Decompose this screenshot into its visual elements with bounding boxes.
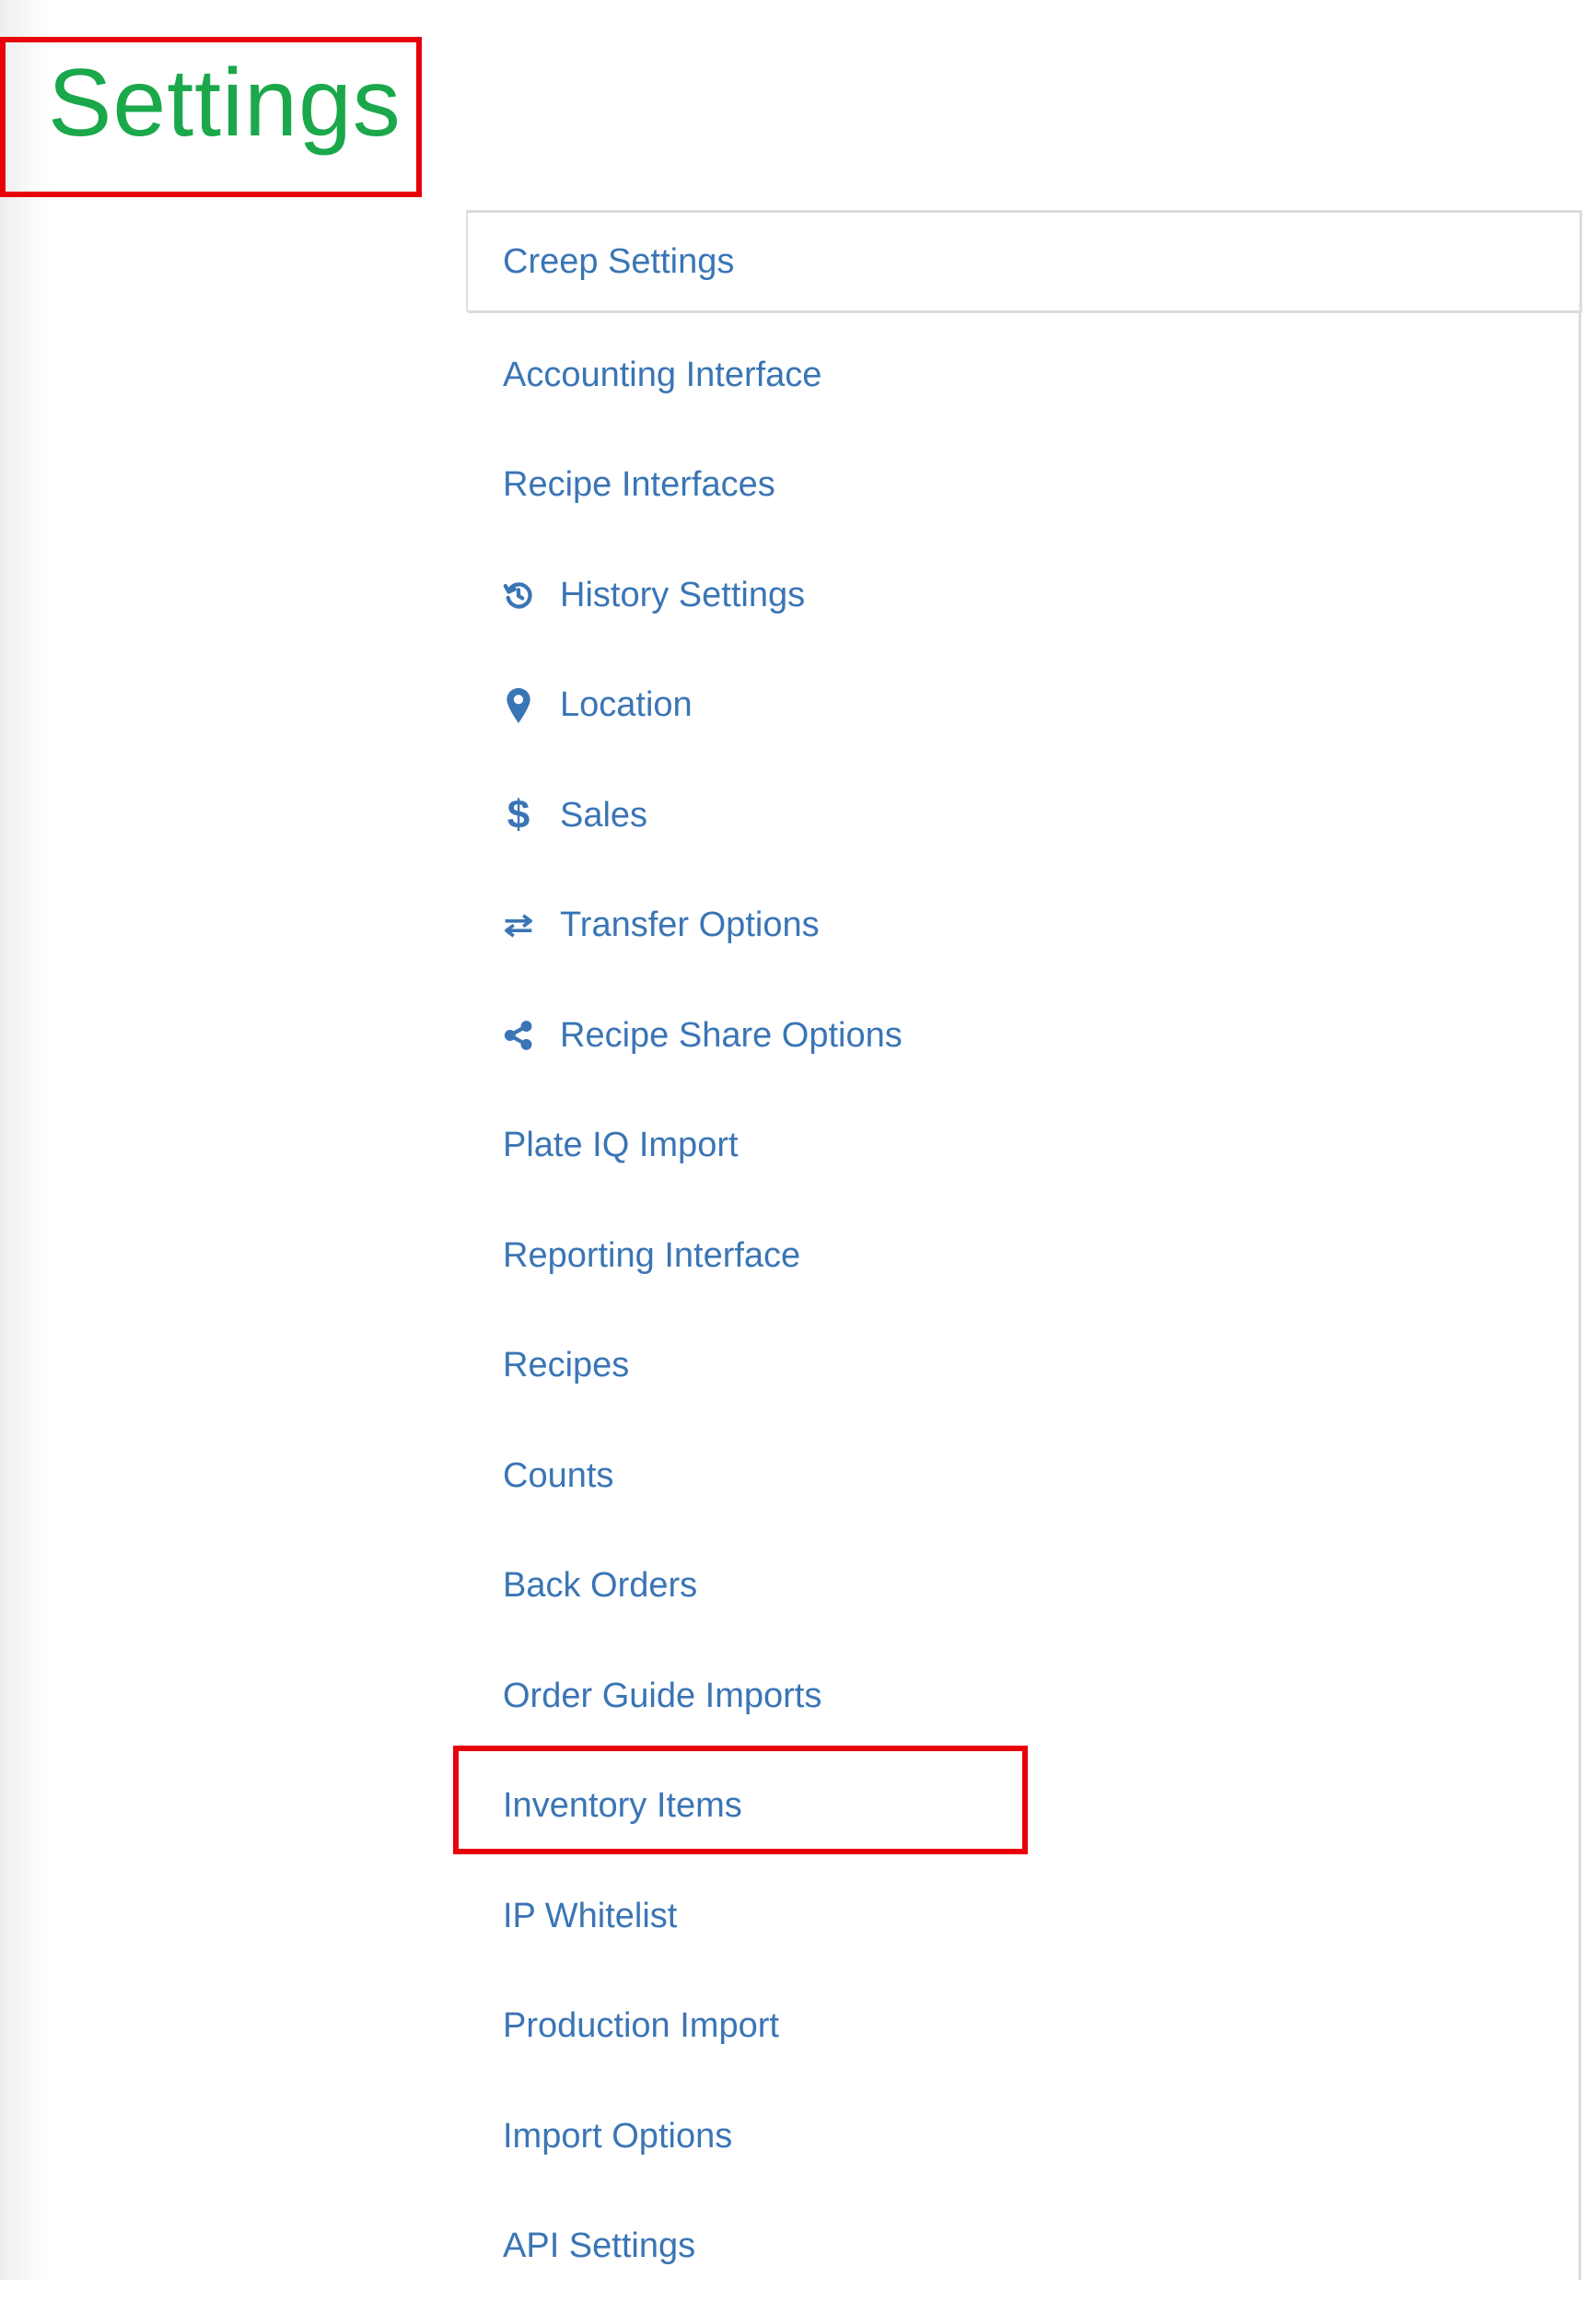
- menu-item-label: History Settings: [560, 575, 806, 614]
- menu-item-plate-iq-import[interactable]: Plate IQ Import: [466, 1091, 1582, 1201]
- menu-item-label: Order Guide Imports: [503, 1676, 822, 1715]
- menu-item-transfer-options[interactable]: Transfer Options: [466, 871, 1582, 981]
- menu-item-label: Recipes: [503, 1346, 630, 1385]
- transfer-arrows-icon: [503, 907, 534, 944]
- map-marker-icon: [503, 687, 534, 724]
- inventory-items-highlight-box: [453, 1746, 1028, 1854]
- menu-item-label: Production Import: [503, 2006, 779, 2046]
- menu-item-label: Back Orders: [503, 1566, 698, 1606]
- menu-item-recipe-share-options[interactable]: Recipe Share Options: [466, 981, 1582, 1092]
- menu-item-api-settings[interactable]: API Settings: [466, 2191, 1582, 2302]
- menu-item-ip-whitelist[interactable]: IP Whitelist: [466, 1862, 1582, 1972]
- menu-item-label: Sales: [560, 795, 648, 835]
- dollar-icon: $: [507, 792, 530, 838]
- menu-item-label: IP Whitelist: [503, 1896, 678, 1935]
- menu-item-back-orders[interactable]: Back Orders: [466, 1531, 1582, 1642]
- menu-item-label: Plate IQ Import: [503, 1126, 739, 1165]
- menu-item-history-settings[interactable]: History Settings: [466, 541, 1582, 651]
- menu-item-location[interactable]: Location: [466, 650, 1582, 761]
- menu-item-label: Counts: [503, 1455, 614, 1495]
- left-edge-shade: [0, 0, 53, 2280]
- menu-item-reporting-interface[interactable]: Reporting Interface: [466, 1201, 1582, 1312]
- title-highlight-box: [0, 37, 422, 197]
- menu-item-order-guide-imports[interactable]: Order Guide Imports: [466, 1642, 1582, 1752]
- menu-item-label: Reporting Interface: [503, 1235, 801, 1275]
- menu-item-production-import[interactable]: Production Import: [466, 1971, 1582, 2082]
- menu-item-creep-settings[interactable]: Creep Settings: [466, 210, 1582, 313]
- settings-menu: Creep Settings Accounting Interface Reci…: [466, 210, 1582, 2302]
- menu-item-label: Creep Settings: [503, 241, 735, 281]
- menu-item-label: Recipe Interfaces: [503, 465, 775, 505]
- menu-item-accounting-interface[interactable]: Accounting Interface: [466, 321, 1582, 431]
- menu-item-sales[interactable]: $ Sales: [466, 761, 1582, 871]
- menu-item-label: Import Options: [503, 2116, 733, 2156]
- history-icon: [503, 577, 534, 613]
- menu-item-label: Accounting Interface: [503, 355, 822, 394]
- share-icon: [503, 1017, 534, 1054]
- menu-item-label: Recipe Share Options: [560, 1015, 903, 1055]
- menu-item-label: Location: [560, 685, 693, 725]
- menu-item-label: Transfer Options: [560, 906, 820, 945]
- menu-item-counts[interactable]: Counts: [466, 1421, 1582, 1532]
- menu-item-recipe-interfaces[interactable]: Recipe Interfaces: [466, 430, 1582, 541]
- menu-item-label: API Settings: [503, 2226, 696, 2266]
- menu-item-recipes[interactable]: Recipes: [466, 1311, 1582, 1421]
- menu-item-import-options[interactable]: Import Options: [466, 2082, 1582, 2192]
